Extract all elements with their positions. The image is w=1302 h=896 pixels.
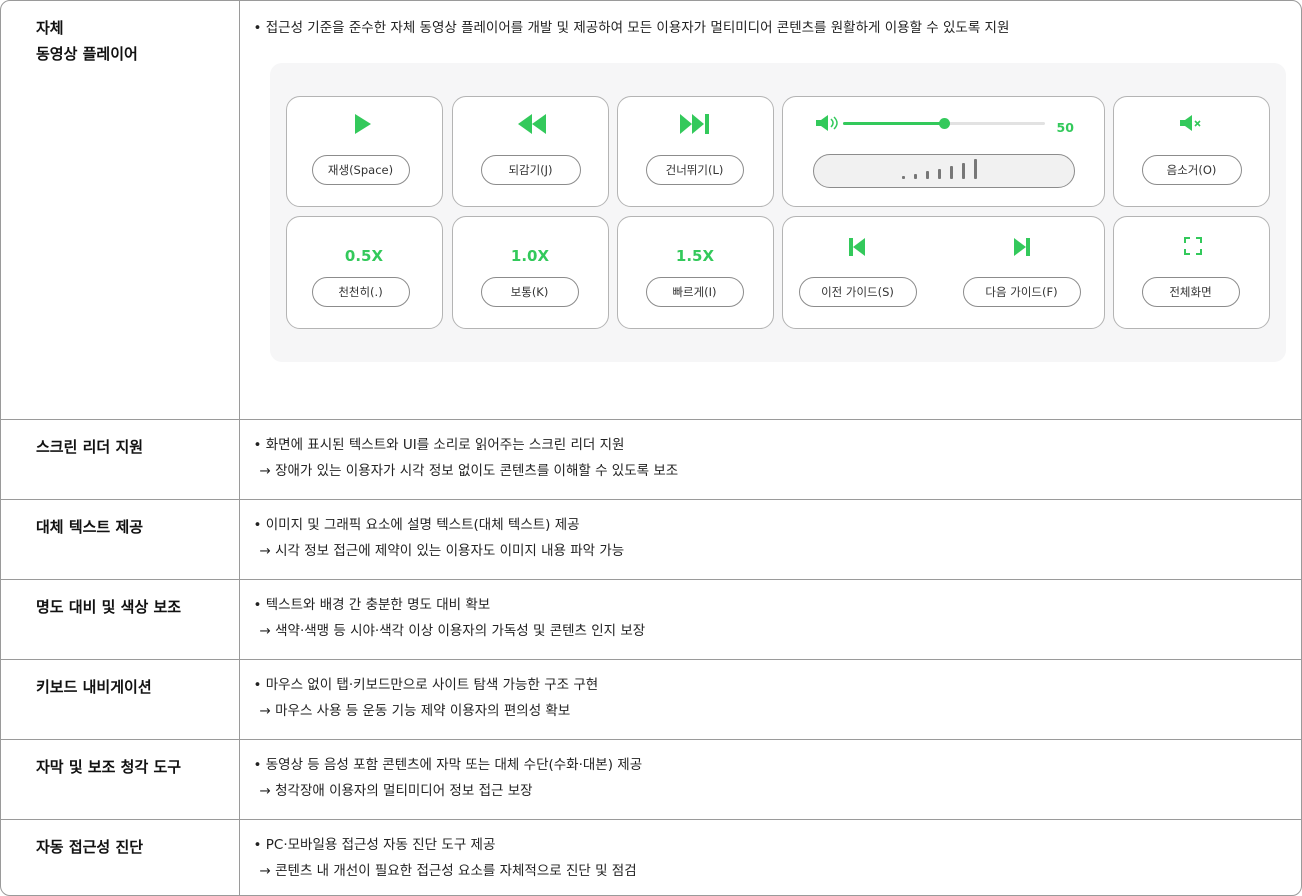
row-desc-line2: → 마우스 사용 등 운동 기능 제약 이용자의 편의성 확보 — [259, 702, 571, 719]
volume-meter-bar — [925, 171, 929, 179]
row-desc: • 동영상 등 음성 포함 콘텐츠에 자막 또는 대체 수단(수화·대본) 제공… — [239, 739, 1301, 819]
mute-button[interactable]: 음소거(O) — [1141, 155, 1242, 185]
speed-normal-card[interactable]: 1.0X 보통(K) — [451, 216, 609, 329]
table-row: 키보드 내비게이션 • 마우스 없이 탭·키보드만으로 사이트 탐색 가능한 구… — [1, 659, 1301, 739]
previous-guide-button[interactable]: 이전 가이드(S) — [798, 277, 917, 307]
play-button[interactable]: 재생(Space) — [311, 155, 410, 185]
play-card[interactable]: 재생(Space) — [285, 96, 443, 207]
volume-meter-bar — [961, 163, 965, 179]
skip-forward-icon — [679, 114, 709, 134]
rewind-card[interactable]: 되감기(J) — [451, 96, 609, 207]
row-desc-line2: → 시각 정보 접근에 제약이 있는 이용자도 이미지 내용 파악 가능 — [259, 542, 625, 559]
row-desc-line1: • PC·모바일용 접근성 자동 진단 도구 제공 — [253, 836, 496, 853]
play-icon — [354, 114, 371, 134]
table-row: 명도 대비 및 색상 보조 • 텍스트와 배경 간 충분한 명도 대비 확보 →… — [1, 579, 1301, 659]
skip-button[interactable]: 건너뛰기(L) — [645, 155, 744, 185]
video-player-demo: 재생(Space) 되감기(J) 건너뛰기(L) 50 음소거(O) 0.5X … — [269, 63, 1286, 362]
speed-fast-button[interactable]: 빠르게(I) — [645, 277, 744, 307]
mute-icon — [1179, 115, 1201, 131]
row-desc-line1: • 이미지 및 그래픽 요소에 설명 텍스트(대체 텍스트) 제공 — [253, 516, 580, 533]
row-desc: • 이미지 및 그래픽 요소에 설명 텍스트(대체 텍스트) 제공 → 시각 정… — [239, 499, 1301, 579]
next-guide-icon — [1013, 238, 1030, 256]
row-desc: • 화면에 표시된 텍스트와 UI를 소리로 읽어주는 스크린 리더 지원 → … — [239, 419, 1301, 499]
row-label: 키보드 내비게이션 — [1, 659, 240, 739]
row-desc-line1: • 접근성 기준을 준수한 자체 동영상 플레이어를 개발 및 제공하여 모든 … — [253, 20, 1010, 36]
speed-normal-value: 1.0X — [510, 247, 550, 265]
fullscreen-card[interactable]: 전체화면 — [1112, 216, 1270, 329]
volume-slider[interactable] — [842, 118, 1045, 129]
speed-fast-card[interactable]: 1.5X 빠르게(I) — [616, 216, 774, 329]
speed-slow-card[interactable]: 0.5X 천천히(.) — [285, 216, 443, 329]
table-row: 자막 및 보조 청각 도구 • 동영상 등 음성 포함 콘텐츠에 자막 또는 대… — [1, 739, 1301, 819]
row-desc-line2: → 장애가 있는 이용자가 시각 정보 없이도 콘텐츠를 이해할 수 있도록 보… — [259, 462, 679, 479]
volume-icon — [815, 115, 838, 131]
next-guide-button[interactable]: 다음 가이드(F) — [962, 277, 1081, 307]
volume-slider-handle[interactable] — [938, 118, 950, 129]
skip-card[interactable]: 건너뛰기(L) — [616, 96, 774, 207]
row-label: 명도 대비 및 색상 보조 — [1, 579, 240, 659]
volume-meter-bar — [901, 176, 905, 179]
volume-meter-bar — [913, 174, 917, 179]
row-desc: • 마우스 없이 탭·키보드만으로 사이트 탐색 가능한 구조 구현 → 마우스… — [239, 659, 1301, 739]
accessibility-features-table: 자체 동영상 플레이어 • 접근성 기준을 준수한 자체 동영상 플레이어를 개… — [0, 0, 1302, 896]
table-row: 자동 접근성 진단 • PC·모바일용 접근성 자동 진단 도구 제공 → 콘텐… — [1, 819, 1301, 895]
volume-card: 50 — [781, 96, 1105, 207]
rewind-button[interactable]: 되감기(J) — [480, 155, 581, 185]
volume-meter — [812, 154, 1075, 188]
volume-value: 50 — [1056, 120, 1074, 135]
row-desc: • PC·모바일용 접근성 자동 진단 도구 제공 → 콘텐츠 내 개선이 필요… — [239, 819, 1301, 895]
row-label: 자체 동영상 플레이어 — [1, 1, 240, 419]
row-desc: • 접근성 기준을 준수한 자체 동영상 플레이어를 개발 및 제공하여 모든 … — [239, 1, 1301, 419]
mute-card[interactable]: 음소거(O) — [1112, 96, 1270, 207]
row-desc-line1: • 동영상 등 음성 포함 콘텐츠에 자막 또는 대체 수단(수화·대본) 제공 — [253, 756, 643, 773]
row-desc-line2: → 콘텐츠 내 개선이 필요한 접근성 요소를 자체적으로 진단 및 점검 — [259, 862, 637, 879]
row-desc-line2: → 색약·색맹 등 시야·색각 이상 이용자의 가독성 및 콘텐츠 인지 보장 — [259, 622, 646, 639]
previous-guide-icon — [848, 238, 865, 256]
row-label: 스크린 리더 지원 — [1, 419, 240, 499]
speed-fast-value: 1.5X — [675, 247, 715, 265]
volume-meter-bar — [973, 159, 977, 179]
row-label: 자동 접근성 진단 — [1, 819, 240, 895]
row-desc-line1: • 텍스트와 배경 간 충분한 명도 대비 확보 — [253, 596, 491, 613]
speed-slow-value: 0.5X — [344, 247, 384, 265]
row-desc-line1: • 화면에 표시된 텍스트와 UI를 소리로 읽어주는 스크린 리더 지원 — [253, 436, 625, 453]
fullscreen-icon — [1183, 237, 1202, 255]
row-desc-line1: • 마우스 없이 탭·키보드만으로 사이트 탐색 가능한 구조 구현 — [253, 676, 599, 693]
fullscreen-button[interactable]: 전체화면 — [1141, 277, 1240, 307]
speed-normal-button[interactable]: 보통(K) — [480, 277, 579, 307]
volume-slider-fill — [842, 122, 944, 125]
volume-meter-bar — [937, 169, 941, 179]
table-row: 대체 텍스트 제공 • 이미지 및 그래픽 요소에 설명 텍스트(대체 텍스트)… — [1, 499, 1301, 579]
row-desc-line2: → 청각장애 이용자의 멀티미디어 정보 접근 보장 — [259, 782, 533, 799]
volume-meter-bar — [949, 166, 953, 179]
rewind-icon — [517, 114, 546, 134]
row-desc: • 텍스트와 배경 간 충분한 명도 대비 확보 → 색약·색맹 등 시야·색각… — [239, 579, 1301, 659]
row-label: 대체 텍스트 제공 — [1, 499, 240, 579]
speed-slow-button[interactable]: 천천히(.) — [311, 277, 410, 307]
features-table: 자체 동영상 플레이어 • 접근성 기준을 준수한 자체 동영상 플레이어를 개… — [1, 1, 1301, 895]
table-row: 스크린 리더 지원 • 화면에 표시된 텍스트와 UI를 소리로 읽어주는 스크… — [1, 419, 1301, 499]
guide-card: 이전 가이드(S) 다음 가이드(F) — [781, 216, 1105, 329]
row-label: 자막 및 보조 청각 도구 — [1, 739, 240, 819]
table-row: 자체 동영상 플레이어 • 접근성 기준을 준수한 자체 동영상 플레이어를 개… — [1, 1, 1301, 419]
row-label-text: 자체 동영상 플레이어 — [36, 19, 138, 63]
